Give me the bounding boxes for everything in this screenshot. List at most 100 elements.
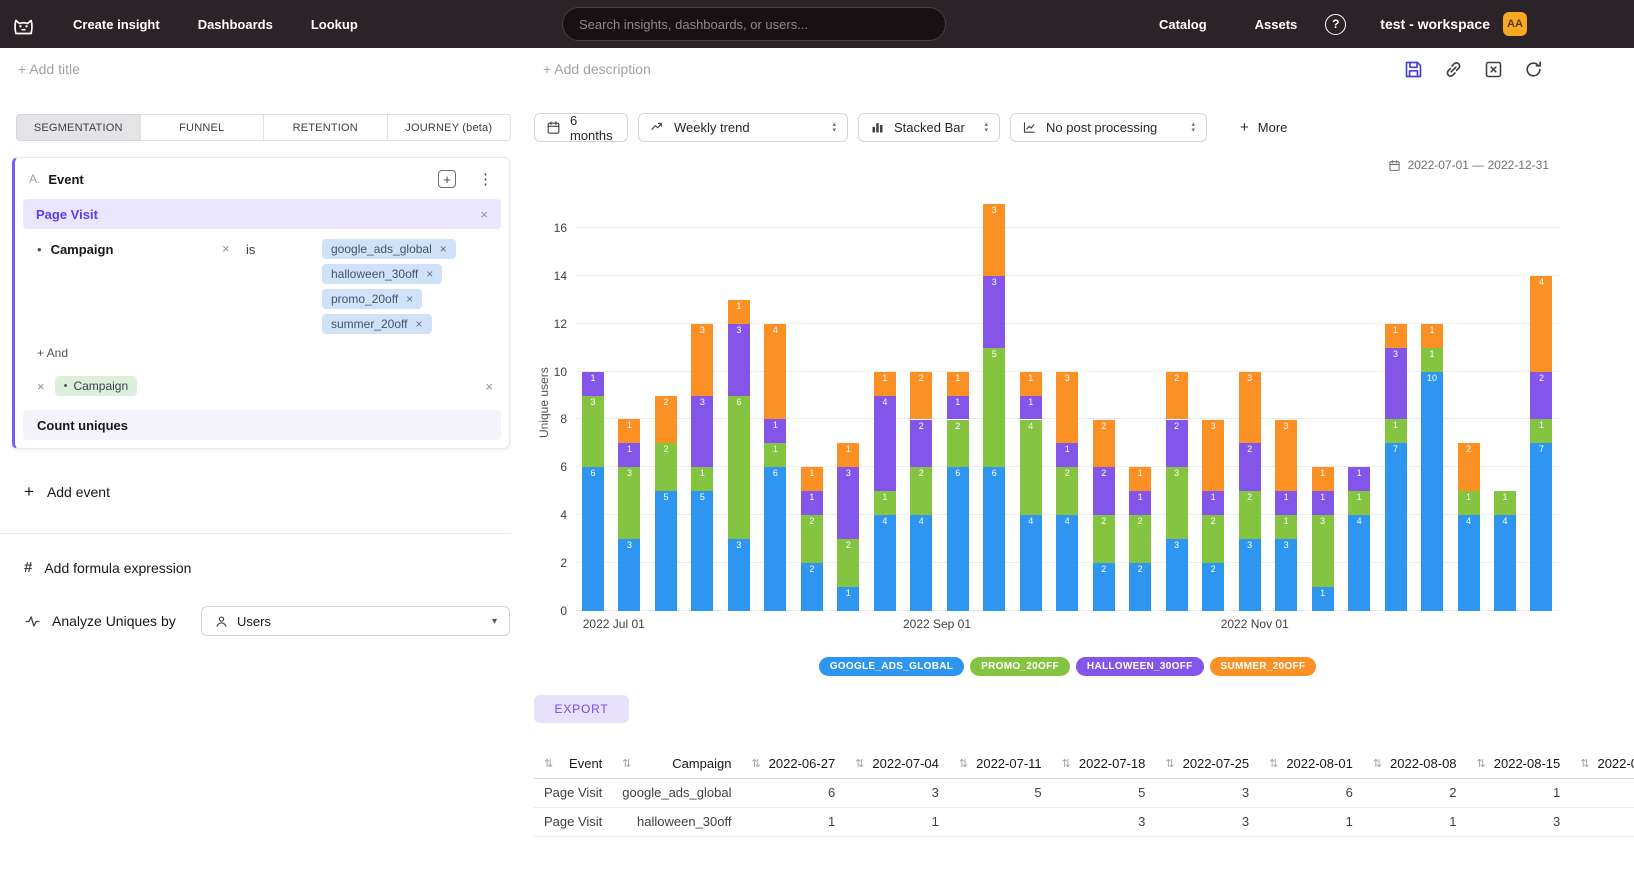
bar-segment-promo-20off[interactable]: 1 — [764, 443, 786, 467]
bar-segment-summer-20off[interactable]: 3 — [1239, 372, 1261, 444]
filter-operator[interactable]: is — [246, 239, 266, 257]
search-input[interactable] — [562, 7, 946, 41]
bar-segment-promo-20off[interactable]: 2 — [947, 420, 969, 468]
bar-segment-halloween-30off[interactable]: 2 — [1239, 443, 1261, 491]
remove-value-icon[interactable]: × — [406, 292, 413, 306]
bar-segment-promo-20off[interactable]: 1 — [1348, 491, 1370, 515]
bar-segment-google-ads-global[interactable]: 2 — [1129, 563, 1151, 611]
bar-segment-google-ads-global[interactable]: 4 — [1020, 515, 1042, 611]
bar-segment-promo-20off[interactable]: 1 — [691, 467, 713, 491]
bar-segment-summer-20off[interactable]: 1 — [801, 467, 823, 491]
bar-segment-summer-20off[interactable]: 3 — [1202, 420, 1224, 492]
bar-segment-summer-20off[interactable]: 4 — [1530, 276, 1552, 372]
tab-funnel[interactable]: FUNNEL — [140, 114, 265, 141]
legend-halloween-30off[interactable]: HALLOWEEN_30OFF — [1076, 657, 1204, 676]
bar-segment-promo-20off[interactable]: 2 — [1056, 467, 1078, 515]
bar-segment-google-ads-global[interactable]: 2 — [1202, 563, 1224, 611]
bar-segment-summer-20off[interactable]: 2 — [1166, 372, 1188, 420]
bar-segment-google-ads-global[interactable]: 4 — [1494, 515, 1516, 611]
remove-value-icon[interactable]: × — [426, 267, 433, 281]
sort-icon[interactable]: ⇅ — [751, 757, 760, 770]
add-event-button[interactable]: + Add event — [24, 483, 110, 500]
close-square-icon[interactable] — [1483, 59, 1504, 80]
bar-segment-halloween-30off[interactable]: 1 — [1202, 491, 1224, 515]
bar-segment-google-ads-global[interactable]: 2 — [1093, 563, 1115, 611]
bar-segment-promo-20off[interactable]: 2 — [910, 467, 932, 515]
bar-segment-summer-20off[interactable]: 3 — [1056, 372, 1078, 444]
bar-segment-google-ads-global[interactable]: 4 — [1056, 515, 1078, 611]
bar-segment-summer-20off[interactable]: 1 — [728, 300, 750, 324]
bar-segment-google-ads-global[interactable]: 6 — [983, 467, 1005, 611]
bar-segment-halloween-30off[interactable]: 1 — [1275, 491, 1297, 515]
bar-segment-google-ads-global[interactable]: 4 — [1458, 515, 1480, 611]
bar-segment-promo-20off[interactable]: 1 — [874, 491, 896, 515]
filter-value-halloween-30off[interactable]: halloween_30off× — [322, 264, 442, 284]
chart-type-select[interactable]: Stacked Bar ▴▾ — [858, 113, 1000, 142]
legend-promo-20off[interactable]: PROMO_20OFF — [970, 657, 1070, 676]
bar-segment-promo-20off[interactable]: 2 — [1239, 491, 1261, 539]
legend-summer-20off[interactable]: SUMMER_20OFF — [1210, 657, 1317, 676]
add-and-condition[interactable]: + And — [37, 346, 68, 360]
filter-property[interactable]: Campaign — [51, 242, 114, 257]
nav-dashboards[interactable]: Dashboards — [198, 17, 273, 32]
nav-catalog[interactable]: Catalog — [1159, 17, 1207, 32]
remove-value-icon[interactable]: × — [415, 317, 422, 331]
sort-icon[interactable]: ⇅ — [544, 757, 553, 770]
bar-segment-halloween-30off[interactable]: 3 — [691, 396, 713, 468]
bar-segment-google-ads-global[interactable]: 2 — [801, 563, 823, 611]
help-icon[interactable]: ? — [1325, 14, 1346, 35]
bar-segment-summer-20off[interactable]: 2 — [655, 396, 677, 444]
nav-lookup[interactable]: Lookup — [311, 17, 358, 32]
bar-segment-summer-20off[interactable]: 2 — [910, 372, 932, 420]
bar-segment-summer-20off[interactable]: 3 — [983, 204, 1005, 276]
bar-segment-google-ads-global[interactable]: 6 — [582, 467, 604, 611]
filter-value-promo-20off[interactable]: promo_20off× — [322, 289, 422, 309]
link-icon[interactable] — [1443, 59, 1464, 80]
app-logo-cat-icon[interactable] — [10, 11, 37, 38]
bar-segment-halloween-30off[interactable]: 1 — [1056, 443, 1078, 467]
bar-segment-halloween-30off[interactable]: 2 — [1530, 372, 1552, 420]
bar-segment-promo-20off[interactable]: 6 — [728, 396, 750, 540]
table-header-2022-08-15[interactable]: ⇅2022-08-15 — [1467, 749, 1571, 778]
add-description-button[interactable]: + Add description — [543, 61, 651, 77]
bar-segment-summer-20off[interactable]: 2 — [1458, 443, 1480, 491]
bar-segment-halloween-30off[interactable]: 4 — [874, 396, 896, 492]
bar-segment-halloween-30off[interactable]: 3 — [1385, 348, 1407, 420]
bar-segment-google-ads-global[interactable]: 6 — [764, 467, 786, 611]
bar-segment-halloween-30off[interactable]: 3 — [983, 276, 1005, 348]
bar-segment-google-ads-global[interactable]: 7 — [1530, 443, 1552, 611]
bar-segment-promo-20off[interactable]: 1 — [1275, 515, 1297, 539]
bar-segment-promo-20off[interactable]: 4 — [1020, 420, 1042, 516]
sort-icon[interactable]: ⇅ — [959, 757, 968, 770]
bar-segment-halloween-30off[interactable]: 3 — [837, 467, 859, 539]
table-header-2022-07-04[interactable]: ⇅2022-07-04 — [845, 749, 949, 778]
aggregation-row[interactable]: Count uniques — [23, 410, 501, 440]
bar-segment-google-ads-global[interactable]: 5 — [655, 491, 677, 611]
tab-journey-beta[interactable]: JOURNEY (beta) — [387, 114, 512, 141]
bar-segment-google-ads-global[interactable]: 3 — [1166, 539, 1188, 611]
bar-segment-summer-20off[interactable]: 1 — [1312, 467, 1334, 491]
time-range-button[interactable]: 6 months — [534, 113, 628, 142]
sort-icon[interactable]: ⇅ — [1373, 757, 1382, 770]
bar-segment-promo-20off[interactable]: 3 — [618, 467, 640, 539]
sort-icon[interactable]: ⇅ — [855, 757, 864, 770]
bar-segment-promo-20off[interactable]: 3 — [582, 396, 604, 468]
table-header-2022-08-08[interactable]: ⇅2022-08-08 — [1363, 749, 1467, 778]
remove-filter-icon[interactable]: × — [222, 239, 238, 255]
table-header-2022-08-22[interactable]: ⇅2022-08-22 — [1570, 749, 1634, 778]
filter-value-summer-20off[interactable]: summer_20off× — [322, 314, 432, 334]
bar-segment-halloween-30off[interactable]: 1 — [801, 491, 823, 515]
bar-segment-promo-20off[interactable]: 1 — [1385, 419, 1407, 443]
bar-segment-promo-20off[interactable]: 5 — [983, 348, 1005, 468]
bar-segment-google-ads-global[interactable]: 1 — [1312, 587, 1334, 611]
bar-segment-halloween-30off[interactable]: 2 — [1093, 467, 1115, 515]
bar-segment-summer-20off[interactable]: 2 — [1093, 420, 1115, 468]
avatar[interactable]: AA — [1503, 12, 1527, 36]
sort-icon[interactable]: ⇅ — [1580, 757, 1589, 770]
sort-icon[interactable]: ⇅ — [622, 757, 631, 770]
bar-segment-summer-20off[interactable]: 3 — [1275, 420, 1297, 492]
bar-segment-summer-20off[interactable]: 1 — [1421, 324, 1443, 348]
bar-segment-halloween-30off[interactable]: 1 — [947, 396, 969, 420]
bar-segment-halloween-30off[interactable]: 3 — [728, 324, 750, 396]
bar-segment-promo-20off[interactable]: 2 — [1093, 515, 1115, 563]
